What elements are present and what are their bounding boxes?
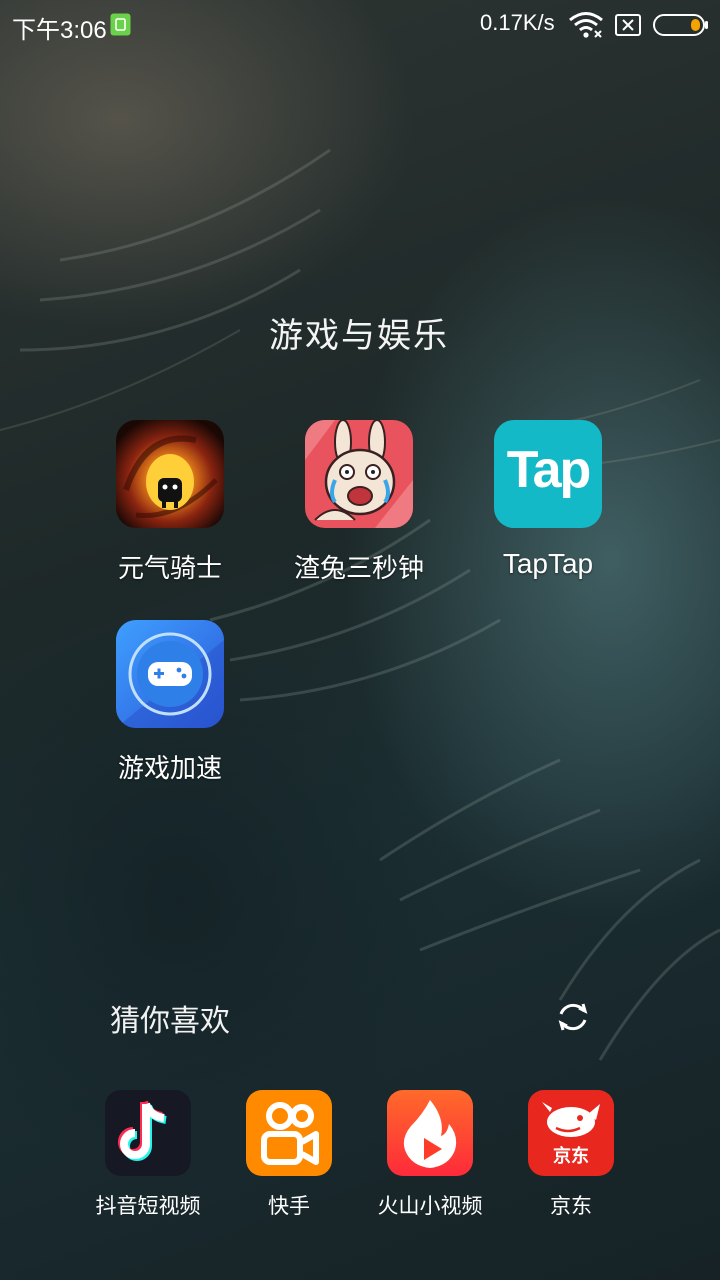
app-taptap[interactable]: Tap TapTap [473,420,623,580]
app-label: 快手 [268,1194,310,1218]
app-label: 游戏加速 [117,754,222,784]
wifi-icon [569,12,603,38]
jd-icon: 京东 [528,1090,614,1176]
sim-card-icon [110,13,131,36]
recommend-title: 猜你喜欢 [110,1004,230,1039]
status-time: 下午3:06 [12,17,107,44]
rec-app-douyin[interactable]: 抖音短视频 [78,1090,218,1220]
no-sim-icon [615,14,641,36]
folder-title: 游戏与娱乐 [269,316,449,356]
battery-icon [653,14,708,36]
rec-app-kuaishou[interactable]: 快手 [219,1090,359,1220]
app-soul-knight[interactable]: 元气骑士 [95,420,245,585]
soul-knight-icon [116,420,224,528]
rec-app-huoshan[interactable]: 火山小视频 [360,1090,500,1220]
app-label: 元气骑士 [117,554,222,584]
app-label: 渣兔三秒钟 [293,554,424,584]
rabbit-game-icon [305,420,413,528]
game-booster-icon [116,620,224,728]
app-label: 火山小视频 [377,1194,483,1218]
refresh-icon[interactable] [555,999,591,1035]
status-bar: 下午3:06 0.17K/s [0,0,720,50]
app-rabbit-game[interactable]: 渣兔三秒钟 [284,420,434,585]
rec-app-jd[interactable]: 京东 京东 [501,1090,641,1220]
kuaishou-icon [246,1090,332,1176]
app-label: 京东 [550,1194,592,1218]
app-game-booster[interactable]: 游戏加速 [95,620,245,785]
douyin-icon [105,1090,191,1176]
app-label: 抖音短视频 [95,1194,201,1218]
app-label: TapTap [502,548,594,579]
taptap-logo-text: Tap [506,441,592,499]
jd-logo-text: 京东 [553,1146,589,1167]
taptap-icon: Tap [494,420,602,528]
huoshan-icon [387,1090,473,1176]
network-speed: 0.17K/s [480,10,555,35]
